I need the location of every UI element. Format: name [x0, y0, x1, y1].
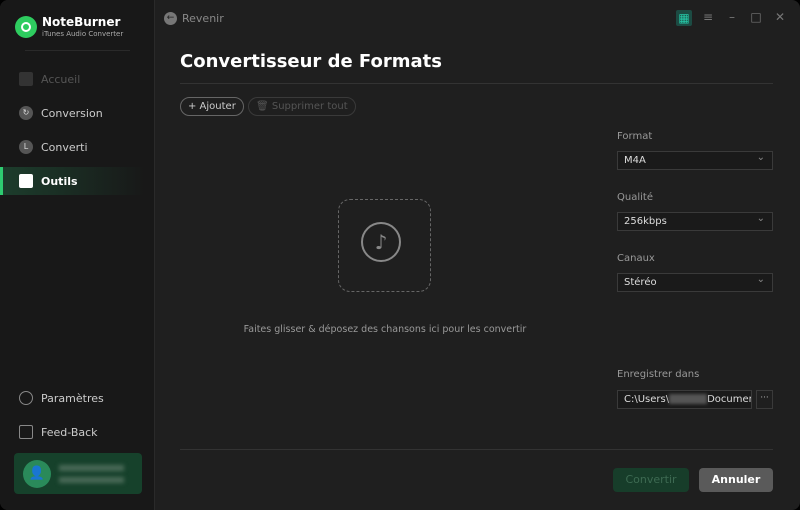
- browse-button[interactable]: ···: [756, 390, 773, 409]
- sidebar-item-converti[interactable]: L Converti: [0, 133, 145, 161]
- save-location-label: Enregistrer dans: [617, 369, 700, 380]
- divider: [25, 50, 130, 51]
- app-window: NoteBurner iTunes Audio Converter Accuei…: [0, 0, 800, 510]
- back-button[interactable]: ← Revenir: [164, 12, 224, 25]
- page-title: Convertisseur de Formats: [180, 51, 442, 72]
- trash-icon: 🗑: [256, 101, 272, 112]
- channels-label: Canaux: [617, 253, 655, 264]
- divider: [180, 449, 773, 450]
- sidebar: NoteBurner iTunes Audio Converter Accuei…: [0, 0, 155, 510]
- menu-icon[interactable]: ≡: [700, 10, 716, 24]
- sidebar-item-accueil[interactable]: Accueil: [0, 65, 145, 93]
- refresh-icon: ↻: [19, 106, 33, 120]
- channels-select[interactable]: Stéréo: [617, 271, 773, 292]
- user-email-redacted: [59, 477, 124, 483]
- sidebar-item-outils[interactable]: Outils: [0, 167, 145, 195]
- cancel-button[interactable]: Annuler: [699, 468, 773, 492]
- divider: [180, 83, 773, 84]
- sidebar-item-label: Feed-Back: [41, 425, 98, 439]
- sidebar-item-label: Outils: [41, 174, 78, 188]
- path-suffix: Documen: [707, 394, 752, 405]
- tools-grid-icon[interactable]: ▦: [676, 10, 692, 26]
- user-account[interactable]: 👤: [14, 453, 142, 494]
- sidebar-item-label: Paramètres: [41, 391, 104, 405]
- back-label: Revenir: [182, 12, 224, 25]
- clock-icon: L: [19, 140, 33, 154]
- gear-icon: [19, 391, 33, 405]
- minimize-icon[interactable]: –: [724, 10, 740, 24]
- close-icon[interactable]: ✕: [772, 10, 788, 24]
- sidebar-item-label: Accueil: [41, 72, 81, 86]
- sidebar-item-conversion[interactable]: ↻ Conversion: [0, 99, 145, 127]
- quality-label: Qualité: [617, 192, 653, 203]
- mail-icon: [19, 425, 33, 439]
- drop-hint: Faites glisser & déposez des chansons ic…: [243, 324, 527, 335]
- path-redacted: [669, 394, 708, 404]
- app-subtitle: iTunes Audio Converter: [42, 30, 124, 38]
- drop-zone[interactable]: ♪: [338, 199, 431, 292]
- home-icon: [19, 72, 33, 86]
- arrow-left-icon: ←: [164, 12, 177, 25]
- quality-select[interactable]: 256kbps: [617, 210, 773, 231]
- music-add-icon: ♪: [361, 222, 401, 262]
- avatar: 👤: [23, 460, 51, 488]
- output-path-field[interactable]: C:\Users\ Documen: [617, 390, 752, 409]
- sidebar-item-label: Conversion: [41, 106, 103, 120]
- sidebar-item-feedback[interactable]: Feed-Back: [0, 418, 145, 446]
- format-select[interactable]: M4A: [617, 149, 773, 170]
- delete-all-label: Supprimer tout: [271, 101, 348, 112]
- app-name: NoteBurner: [42, 15, 121, 29]
- sidebar-item-label: Converti: [41, 140, 88, 154]
- toolbox-icon: [19, 174, 33, 188]
- convert-button[interactable]: Convertir: [613, 468, 689, 492]
- delete-all-button[interactable]: 🗑 Supprimer tout: [248, 97, 356, 116]
- noteburner-logo: [15, 16, 37, 38]
- format-label: Format: [617, 131, 653, 142]
- sidebar-item-parametres[interactable]: Paramètres: [0, 384, 145, 412]
- maximize-icon[interactable]: □: [748, 10, 764, 24]
- user-name-redacted: [59, 465, 124, 471]
- path-prefix: C:\Users\: [624, 394, 670, 405]
- add-button[interactable]: + Ajouter: [180, 97, 244, 116]
